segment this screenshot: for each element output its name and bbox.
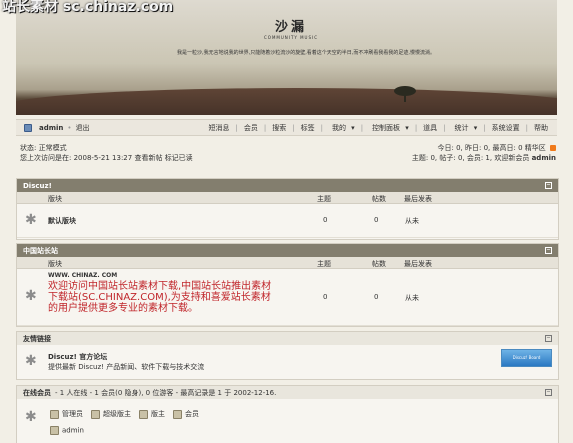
member-icon: [173, 409, 182, 419]
admin-icon: [50, 409, 59, 419]
online-summary: - 1 人在线 - 1 会员(0 隐身), 0 位游客 - 最高记录是 1 于 …: [55, 388, 277, 397]
collapse-icon[interactable]: −: [545, 182, 552, 189]
nav-messages[interactable]: 短消息: [206, 123, 233, 133]
forum-row[interactable]: ✱ WWW. CHINAZ. COM 欢迎访问中国站长站素材下载,中国站长站推出…: [17, 269, 558, 326]
category-title: 中国站长站: [23, 246, 58, 255]
forum-name[interactable]: 默认版块: [48, 216, 76, 226]
collapse-icon[interactable]: −: [545, 389, 552, 396]
discuz-badge[interactable]: Discuz! Board: [501, 349, 552, 367]
category-chinaz: 中国站长站 − 版块 主题 帖数 最后发表 ✱ WWW. CHINAZ. COM…: [16, 243, 559, 327]
forum-row[interactable]: ✱ 默认版块 0 0 从未: [17, 204, 558, 238]
category-discuz: Discuz! − 版块 主题 帖数 最后发表 ✱ 默认版块 0 0 从未: [16, 178, 559, 240]
forum-name[interactable]: WWW. CHINAZ. COM: [48, 272, 117, 279]
category-header[interactable]: 中国站长站 −: [17, 244, 558, 257]
rss-icon[interactable]: [550, 145, 556, 151]
logo-title: 沙漏: [274, 20, 307, 35]
logo-subtitle: COMMUNITY MUSIC: [264, 35, 318, 40]
admin-icon: [50, 426, 59, 435]
category-header[interactable]: Discuz! −: [17, 179, 558, 192]
nav-members[interactable]: 会员: [241, 123, 261, 133]
user-icon: [24, 123, 32, 132]
online-icon: ✱: [25, 409, 37, 425]
forum-status-icon: ✱: [25, 212, 37, 228]
links-title: 友情链接: [23, 334, 51, 343]
daily-stats: 今日: 0, 昨日: 0, 最高日: 0: [437, 144, 523, 152]
tree-trunk: [404, 92, 406, 102]
online-user-entry[interactable]: admin: [50, 426, 84, 435]
online-title: 在线会员: [23, 388, 51, 397]
top-navbar: admin • 退出 短消息 | 会员 | 搜索 | 标签 | 我的 ▾ | 控制面板 ▾…: [16, 119, 557, 136]
nav-system-settings[interactable]: 系统设置: [489, 123, 523, 133]
moderator-icon: [139, 409, 148, 419]
digest-link[interactable]: 精华区: [525, 144, 546, 152]
nav-username[interactable]: admin: [39, 124, 63, 132]
link-row[interactable]: ✱ Discuz! 官方论坛 提供最新 Discuz! 产品新闻、软件下载与技术…: [17, 345, 558, 378]
nav-items[interactable]: 道具: [420, 123, 440, 133]
friend-links: 友情链接 − ✱ Discuz! 官方论坛 提供最新 Discuz! 产品新闻、…: [16, 331, 559, 380]
member-legend: 管理员 超级版主 版主 会员: [50, 409, 199, 419]
forum-status-icon: ✱: [25, 288, 37, 304]
status-mode: 状态: 正常模式: [20, 144, 67, 152]
online-members: 在线会员 - 1 人在线 - 1 会员(0 隐身), 0 位游客 - 最高记录是…: [16, 385, 559, 443]
view-new-posts-link[interactable]: 查看新帖: [134, 154, 162, 162]
online-header[interactable]: 在线会员 - 1 人在线 - 1 会员(0 隐身), 0 位游客 - 最高记录是…: [17, 386, 558, 399]
online-user-name[interactable]: admin: [62, 427, 84, 435]
nav-control-panel[interactable]: 控制面板 ▾: [366, 123, 412, 133]
forum-description: 欢迎访问中国站长站素材下载,中国站长站推出素材下载站(SC.CHINAZ.COM…: [48, 281, 272, 314]
category-title: Discuz!: [23, 181, 52, 190]
logout-link[interactable]: 退出: [76, 123, 90, 133]
link-description: 提供最新 Discuz! 产品新闻、软件下载与技术交流: [48, 363, 205, 371]
column-header: 版块 主题 帖数 最后发表: [17, 192, 558, 204]
collapse-icon[interactable]: −: [545, 247, 552, 254]
forum-stats: 主题: 0, 帖子: 0, 会员: 1, 欢迎新会员: [411, 154, 530, 162]
nav-mine[interactable]: 我的 ▾: [326, 123, 358, 133]
banner-tagline: 我是一粒沙,我无言地说我的世界,只能随着沙粒流沙的旋壁,看着这个天空的半日,而不…: [177, 50, 435, 56]
hill-silhouette: [16, 88, 557, 115]
column-header: 版块 主题 帖数 最后发表: [17, 257, 558, 269]
link-icon: ✱: [25, 353, 37, 369]
super-moderator-icon: [91, 409, 100, 419]
site-watermark: 站长素材 sc.chinaz.com: [2, 0, 174, 15]
nav-stats[interactable]: 统计 ▾: [449, 123, 481, 133]
newest-member-link[interactable]: admin: [532, 154, 556, 162]
nav-tags[interactable]: 标签: [298, 123, 318, 133]
last-visit: 您上次访问是在: 2008-5-21 13:27: [20, 154, 133, 162]
link-name[interactable]: Discuz! 官方论坛: [48, 352, 107, 362]
links-header[interactable]: 友情链接 −: [17, 332, 558, 345]
collapse-icon[interactable]: −: [545, 335, 552, 342]
header-banner: 沙漏 COMMUNITY MUSIC 我是一粒沙,我无言地说我的世界,只能随着沙…: [16, 0, 557, 115]
mark-read-link[interactable]: 标记已读: [165, 154, 193, 162]
nav-help[interactable]: 帮助: [531, 123, 551, 133]
status-info: 状态: 正常模式 您上次访问是在: 2008-5-21 13:27 查看新帖 标…: [20, 143, 556, 165]
nav-search[interactable]: 搜索: [269, 123, 289, 133]
site-logo[interactable]: 沙漏 COMMUNITY MUSIC: [264, 16, 318, 40]
